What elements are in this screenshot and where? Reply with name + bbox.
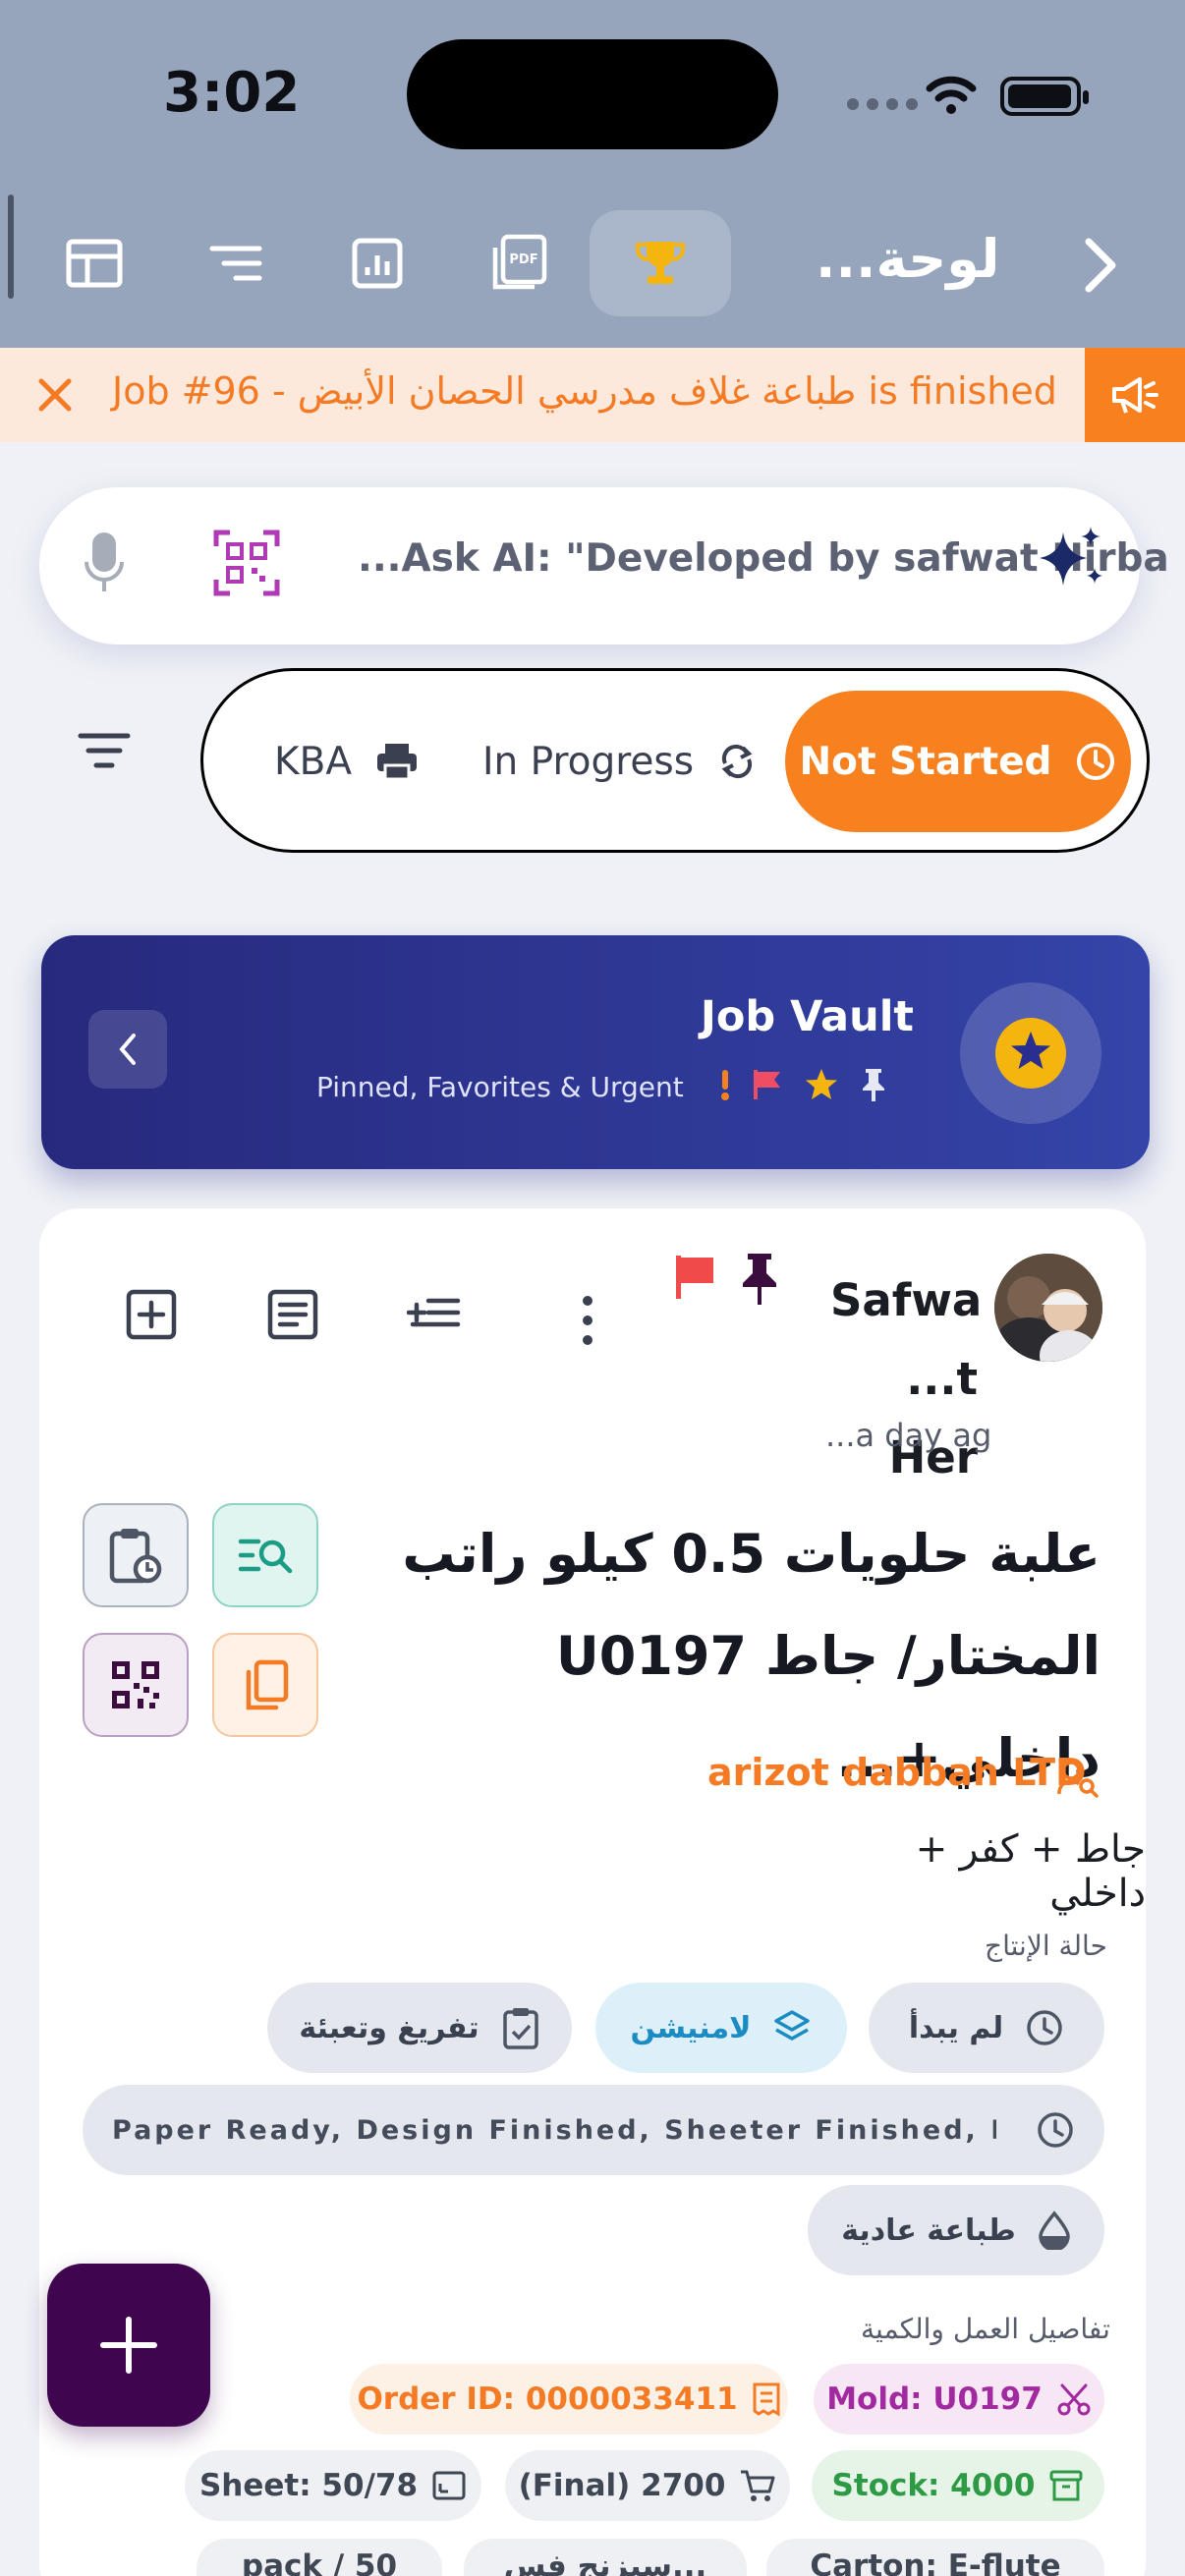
vault-icon-row	[719, 1067, 888, 1102]
qr-scan-icon[interactable]	[212, 529, 281, 597]
vault-chevron-left-icon[interactable]	[88, 1010, 167, 1089]
copy-icon	[246, 1659, 289, 1710]
filter-chip-label: Not Started	[799, 739, 1052, 784]
filter-chip-in-progress[interactable]: In Progress	[482, 691, 757, 832]
announcement-banner: Job #طباعة غلاف مدرسي الحصان الأبيض - 96…	[0, 348, 1185, 442]
mold-tag[interactable]: Mold: U0197	[814, 2364, 1104, 2435]
avatar[interactable]	[994, 1254, 1102, 1362]
status-time: 3:02	[163, 61, 301, 125]
wifi-icon	[926, 76, 977, 114]
filter-chip-kba[interactable]: KBA	[274, 691, 419, 832]
vault-subtitle: Pinned, Favorites & Urgent	[316, 1071, 684, 1103]
back-chevron-icon[interactable]	[1081, 236, 1120, 295]
filter-chip-label: In Progress	[482, 739, 695, 784]
plus-icon	[100, 2317, 157, 2374]
stage-not-started[interactable]: لم يبدأ	[869, 1983, 1104, 2073]
star-icon	[806, 1069, 837, 1099]
toolbar-title: لوحة...	[816, 228, 1000, 290]
production-status-label: حالة الإنتاج	[985, 1930, 1107, 1962]
favorite-star-icon	[960, 982, 1101, 1124]
add-job-button[interactable]	[47, 2264, 210, 2427]
report-icon[interactable]	[318, 210, 436, 316]
job-vault-banner[interactable]: Job Vault Pinned, Favorites & Urgent	[41, 935, 1150, 1169]
status-filter-group: KBA In Progress Not Started	[200, 668, 1150, 853]
job-description: جاط + كفر + داخلي	[915, 1827, 1146, 1916]
final-quantity-tag[interactable]: (Final) 2700	[505, 2450, 790, 2521]
print-type-pill[interactable]: طباعة عادية	[808, 2185, 1104, 2275]
carton-tag[interactable]: Carton: E-flute	[766, 2539, 1104, 2576]
scissors-icon	[1057, 2383, 1091, 2416]
clipboard-check-icon	[502, 2008, 538, 2049]
battery-icon	[1000, 77, 1089, 116]
layout-icon[interactable]	[35, 210, 153, 316]
top-bar: 3:02 PDF لوحة...	[0, 0, 1185, 348]
close-icon[interactable]	[33, 373, 77, 417]
clipboard-clock-icon	[109, 1529, 162, 1584]
flag-icon[interactable]	[674, 1254, 717, 1301]
more-vertical-icon[interactable]	[580, 1295, 595, 1346]
add-list-icon[interactable]	[407, 1289, 462, 1340]
color-tag[interactable]: سيزنج فس...	[464, 2539, 747, 2576]
notes-icon[interactable]	[267, 1289, 318, 1340]
ai-search-bar[interactable]: ...Ask AI: "Developed by safwat Hirba	[39, 487, 1169, 644]
pin-icon[interactable]	[739, 1252, 780, 1307]
search-details-button[interactable]	[212, 1503, 318, 1607]
pin-icon	[863, 1069, 884, 1101]
sheet-tag[interactable]: Sheet: 50/78	[185, 2450, 481, 2521]
printer-icon	[377, 744, 418, 781]
filter-icon[interactable]	[77, 731, 132, 770]
vault-title: Job Vault	[700, 992, 914, 1041]
pdf-icon[interactable]: PDF	[460, 210, 578, 316]
cellular-signal-icon	[847, 98, 918, 110]
pack-tag[interactable]: pack / 50	[197, 2539, 442, 2576]
clock-icon	[1077, 743, 1115, 780]
cart-icon	[741, 2470, 775, 2501]
stage-lamination[interactable]: لامنيشن	[595, 1983, 847, 2073]
stock-tag[interactable]: Stock: 4000	[812, 2450, 1104, 2521]
qr-code-icon	[112, 1661, 159, 1708]
filter-chip-label: KBA	[274, 739, 353, 784]
clipboard-history-button[interactable]	[83, 1503, 189, 1607]
time-ago: ...a day ag	[825, 1417, 992, 1454]
flag-icon	[754, 1070, 780, 1099]
ai-sparkle-icon	[1040, 527, 1102, 586]
dynamic-island	[407, 39, 778, 149]
microphone-icon[interactable]	[85, 529, 124, 597]
layers-icon	[774, 2010, 811, 2041]
receipt-icon	[753, 2382, 780, 2417]
clock-icon	[1038, 2112, 1073, 2148]
sort-icon[interactable]	[177, 210, 295, 316]
qr-code-button[interactable]	[83, 1633, 189, 1737]
megaphone-icon	[1085, 348, 1185, 442]
job-author: Safwa ...t Her	[830, 1274, 983, 1484]
customer-name[interactable]: arizot dabbah LTD	[707, 1751, 1087, 1794]
sync-icon	[721, 744, 753, 779]
crop-icon	[432, 2471, 466, 2500]
svg-text:PDF: PDF	[509, 252, 537, 267]
order-id-tag[interactable]: Order ID: 0000033411	[350, 2364, 788, 2435]
copy-button[interactable]	[212, 1633, 318, 1737]
progress-summary[interactable]: Paper Ready, Design Finished, Sheeter Fi…	[83, 2085, 1104, 2175]
scroll-edge-indicator	[8, 195, 14, 299]
trophy-icon[interactable]	[590, 210, 731, 316]
filter-chip-not-started[interactable]: Not Started	[785, 691, 1131, 832]
list-search-icon	[238, 1539, 293, 1574]
announcement-text: Job #طباعة غلاف مدرسي الحصان الأبيض - 96…	[112, 369, 1057, 413]
clock-icon	[1027, 2010, 1062, 2045]
stage-packing[interactable]: تفريغ وتعبئة	[267, 1983, 572, 2073]
customer-search-icon	[1057, 1761, 1099, 1798]
urgent-icon	[721, 1070, 729, 1100]
work-details-label: تفاصيل العمل والكمية	[861, 2313, 1110, 2345]
add-box-icon[interactable]	[126, 1289, 177, 1340]
drop-icon	[1038, 2211, 1070, 2250]
archive-icon	[1049, 2470, 1083, 2501]
